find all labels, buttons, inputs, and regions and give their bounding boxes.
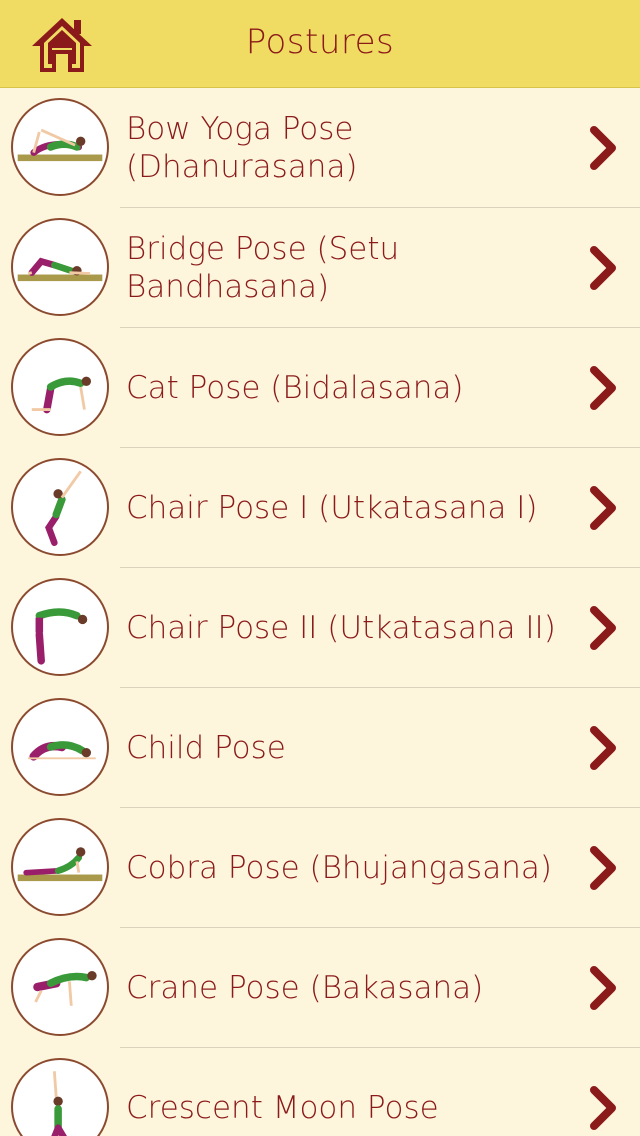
- list-item[interactable]: Child Pose: [0, 688, 640, 808]
- list-item[interactable]: Bridge Pose (Setu Bandhasana): [0, 208, 640, 328]
- bow-pose-thumbnail: [11, 98, 109, 196]
- cat-pose-thumbnail: [11, 338, 109, 436]
- chevron-right-icon: [590, 846, 616, 890]
- chevron-right-icon: [590, 246, 616, 290]
- list-item-label: Child Pose: [126, 730, 286, 766]
- list-item-label: Cobra Pose (Bhujangasana): [126, 850, 552, 886]
- list-item-label: Cat Pose (Bidalasana): [126, 370, 464, 406]
- crane-pose-thumbnail: [11, 938, 109, 1036]
- list-item[interactable]: Chair Pose II (Utkatasana II): [0, 568, 640, 688]
- list-item[interactable]: Crane Pose (Bakasana): [0, 928, 640, 1048]
- crescent-moon-pose-thumbnail: [11, 1058, 109, 1136]
- list-item[interactable]: Bow Yoga Pose (Dhanurasana): [0, 88, 640, 208]
- bridge-pose-thumbnail: [11, 218, 109, 316]
- list-item-label: Crescent Moon Pose: [126, 1090, 439, 1126]
- chevron-right-icon: [590, 606, 616, 650]
- page-title: Postures: [245, 22, 395, 62]
- chevron-right-icon: [590, 966, 616, 1010]
- list-item[interactable]: Crescent Moon Pose: [0, 1048, 640, 1136]
- list-item-label: Bow Yoga Pose (Dhanurasana): [126, 111, 358, 185]
- chevron-right-icon: [590, 126, 616, 170]
- list-item-label: Chair Pose II (Utkatasana II): [126, 610, 556, 646]
- postures-list[interactable]: Bow Yoga Pose (Dhanurasana) Bridge Pose …: [0, 88, 640, 1136]
- chevron-right-icon: [590, 366, 616, 410]
- chevron-right-icon: [590, 726, 616, 770]
- list-item-label: Crane Pose (Bakasana): [126, 970, 484, 1006]
- chair-pose-1-thumbnail: [11, 458, 109, 556]
- list-item[interactable]: Chair Pose I (Utkatasana I): [0, 448, 640, 568]
- list-item-label: Chair Pose I (Utkatasana I): [126, 490, 538, 526]
- list-item-label: Bridge Pose (Setu Bandhasana): [126, 231, 400, 305]
- list-item[interactable]: Cat Pose (Bidalasana): [0, 328, 640, 448]
- cobra-pose-thumbnail: [11, 818, 109, 916]
- chair-pose-2-thumbnail: [11, 578, 109, 676]
- list-item[interactable]: Cobra Pose (Bhujangasana): [0, 808, 640, 928]
- top-bar: Postures: [0, 0, 640, 88]
- child-pose-thumbnail: [11, 698, 109, 796]
- chevron-right-icon: [590, 486, 616, 530]
- chevron-right-icon: [590, 1086, 616, 1130]
